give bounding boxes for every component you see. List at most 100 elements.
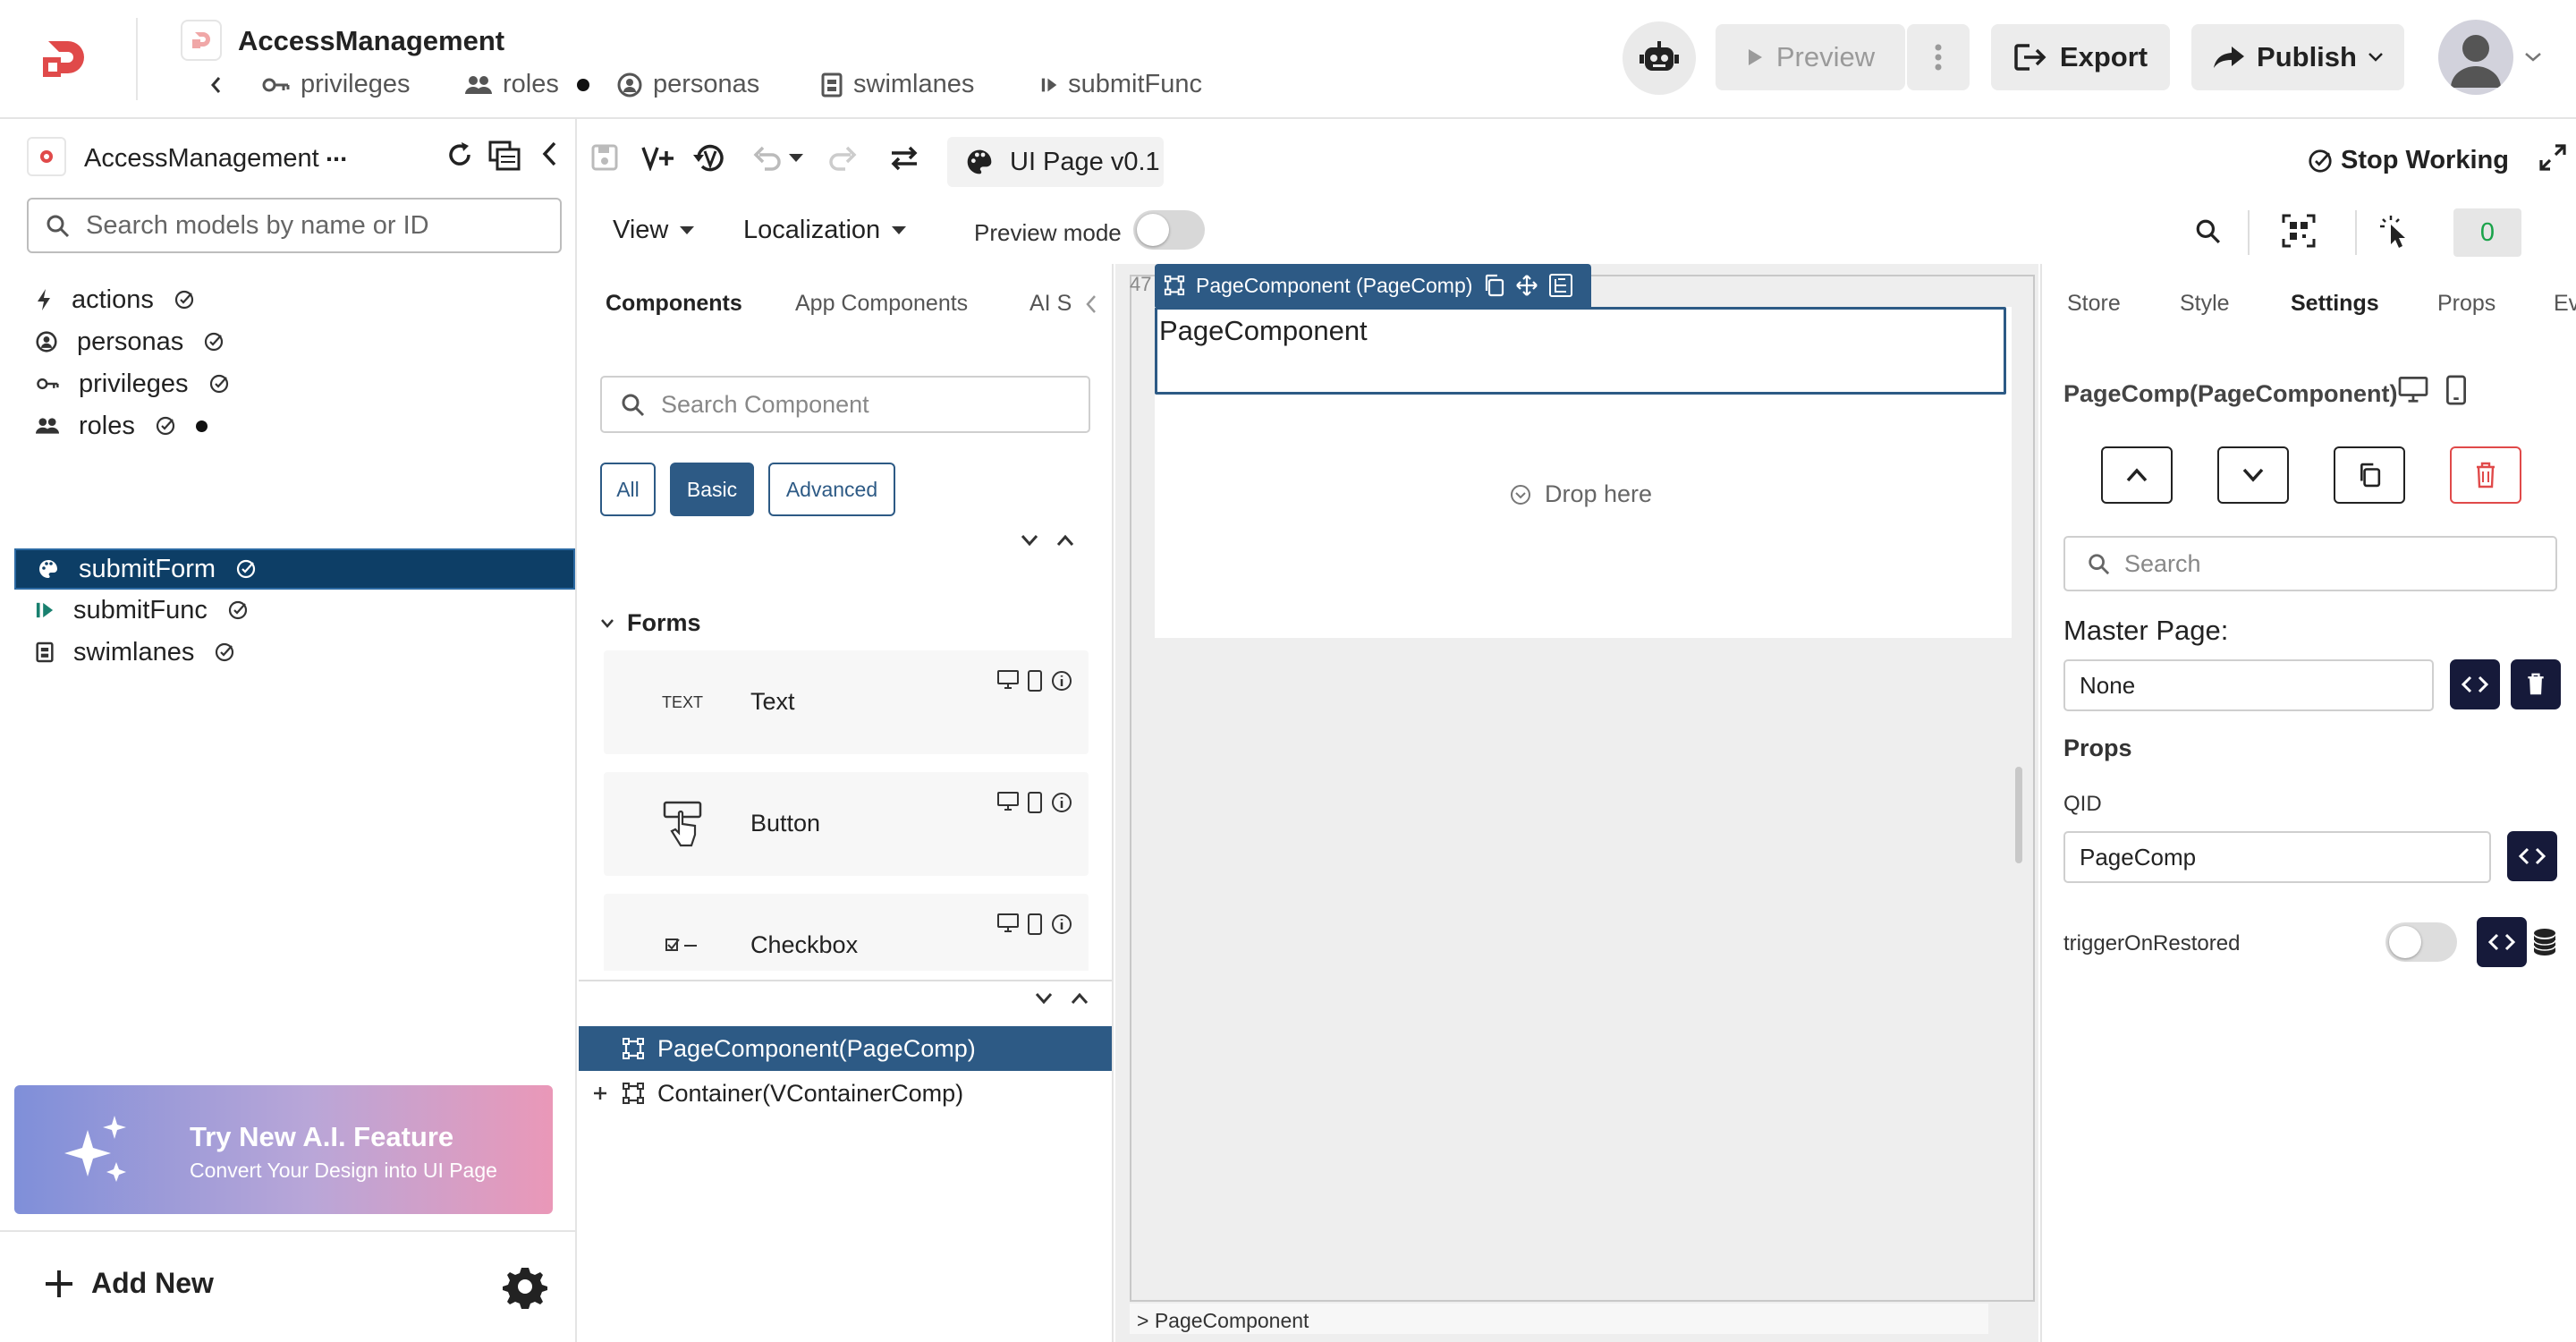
undo-menu-chevron-down-icon[interactable] <box>788 153 804 164</box>
trigger-code-button[interactable] <box>2477 917 2527 967</box>
nav-tab-roles[interactable]: roles <box>465 70 589 99</box>
tab-style[interactable]: Style <box>2180 291 2230 317</box>
fullscreen-icon[interactable] <box>2538 142 2568 173</box>
move-up-button[interactable] <box>2101 446 2173 504</box>
canvas-resize-handle[interactable] <box>2015 767 2022 863</box>
tree-row-container[interactable]: Container(VContainerComp) <box>579 1071 1112 1116</box>
robot-icon <box>1640 41 1679 71</box>
qid-input[interactable]: PageComp <box>2063 831 2491 883</box>
tab-ai-s[interactable]: AI S <box>1030 291 1072 317</box>
preview-button[interactable]: Preview <box>1716 24 1905 90</box>
expand-all-chevron-down-icon[interactable] <box>1021 534 1038 547</box>
tree-expand-chevron-down-icon[interactable] <box>1035 992 1053 1005</box>
play-icon <box>36 602 54 618</box>
project-more-button[interactable]: ... <box>326 139 347 168</box>
component-card-checkbox[interactable]: Checkbox <box>604 894 1089 971</box>
chevron-left-icon[interactable] <box>208 75 225 95</box>
duplicate-button[interactable] <box>2334 446 2405 504</box>
component-card-button[interactable]: Button <box>604 772 1089 876</box>
click-pointer-icon[interactable] <box>2378 214 2411 250</box>
preview-mode-toggle[interactable] <box>1133 210 1205 250</box>
tab-events[interactable]: Ev <box>2554 291 2576 317</box>
filter-basic-button[interactable]: Basic <box>670 463 754 516</box>
refresh-icon[interactable] <box>445 140 474 169</box>
tab-components[interactable]: Components <box>606 291 742 317</box>
view-menu[interactable]: View <box>613 216 695 245</box>
component-search-input[interactable]: Search Component <box>600 376 1090 433</box>
sidebar-item-submitform[interactable]: submitForm <box>14 548 575 590</box>
nav-tab-personas[interactable]: personas <box>617 70 759 99</box>
sidebar-item-roles[interactable]: roles <box>14 406 575 446</box>
sidebar-item-personas[interactable]: personas <box>14 322 575 361</box>
move-down-button[interactable] <box>2217 446 2289 504</box>
trigger-on-restored-toggle[interactable] <box>2385 922 2457 962</box>
master-page-select[interactable]: None <box>2063 659 2434 711</box>
preview-mode-label: Preview mode <box>974 219 1122 246</box>
save-icon[interactable] <box>591 144 618 171</box>
page-component-selection[interactable]: PageComponent <box>1155 307 2006 395</box>
selected-component-header[interactable]: PageComponent (PageComp) <box>1155 264 1591 307</box>
tree-collapse-chevron-up-icon[interactable] <box>1071 992 1089 1005</box>
collapse-all-chevron-up-icon[interactable] <box>1056 534 1074 547</box>
property-search-input[interactable]: Search <box>2063 536 2557 591</box>
edit-check-icon <box>236 559 256 579</box>
localization-menu[interactable]: Localization <box>743 216 907 245</box>
nav-tab-submitfunc[interactable]: submitFunc <box>1041 70 1202 99</box>
sidebar-item-submitfunc[interactable]: submitFunc <box>14 590 575 630</box>
component-title: PageComp(PageComponent) <box>2063 380 2398 407</box>
delete-button[interactable] <box>2450 446 2521 504</box>
nav-tab-privileges[interactable]: privileges <box>261 70 411 99</box>
collapse-sidebar-icon[interactable] <box>540 140 558 167</box>
drop-zone[interactable]: Drop here <box>1509 480 1652 508</box>
copy-windows-icon[interactable] <box>488 140 521 171</box>
version-history-icon[interactable] <box>691 140 727 176</box>
undo-icon[interactable] <box>752 144 783 171</box>
forms-group-header[interactable]: Forms <box>600 609 701 637</box>
settings-gear-icon[interactable] <box>503 1264 547 1309</box>
tabs-scroll-left-icon[interactable] <box>1085 294 1097 314</box>
tab-props[interactable]: Props <box>2437 291 2496 317</box>
error-counter-badge[interactable]: 0 <box>2453 208 2521 257</box>
ai-feature-banner[interactable]: Try New A.I. Feature Convert Your Design… <box>14 1085 553 1214</box>
tab-settings[interactable]: Settings <box>2291 291 2379 317</box>
chevron-down-icon <box>2242 468 2264 482</box>
master-page-clear-button[interactable] <box>2511 659 2561 709</box>
export-button[interactable]: Export <box>1991 24 2170 90</box>
component-card-text[interactable]: TEXT Text <box>604 650 1089 754</box>
database-icon[interactable] <box>2532 928 2557 956</box>
page-version-tab[interactable]: UI Page v0.1 <box>947 137 1164 187</box>
design-canvas[interactable]: 47 PageComponent (PageComp) PageComponen… <box>1115 264 2038 1342</box>
sidebar-item-privileges[interactable]: privileges <box>14 364 575 403</box>
tab-store[interactable]: Store <box>2067 291 2121 317</box>
tab-app-components[interactable]: App Components <box>795 291 968 317</box>
divider <box>136 18 138 100</box>
breadcrumb[interactable]: > PageComponent <box>1130 1304 1988 1334</box>
more-vertical-icon <box>1935 44 1942 71</box>
avatar-chevron-down-icon[interactable] <box>2524 52 2542 63</box>
swap-icon[interactable] <box>888 144 920 173</box>
sidebar-item-swimlanes[interactable]: swimlanes <box>14 633 575 672</box>
search-icon[interactable] <box>2194 217 2221 244</box>
stop-working-button[interactable]: Stop Working <box>2307 146 2509 175</box>
publish-button[interactable]: Publish <box>2191 24 2404 90</box>
search-icon <box>622 394 645 417</box>
ai-assistant-button[interactable] <box>1623 21 1696 95</box>
qid-code-button[interactable] <box>2507 831 2557 881</box>
model-search-input[interactable]: Search models by name or ID <box>27 198 562 253</box>
filter-all-button[interactable]: All <box>600 463 656 516</box>
add-new-button[interactable]: Add New <box>43 1267 214 1300</box>
qr-scan-icon[interactable] <box>2282 214 2316 248</box>
filter-advanced-button[interactable]: Advanced <box>768 463 895 516</box>
redo-icon[interactable] <box>827 144 858 171</box>
nav-tab-swimlanes[interactable]: swimlanes <box>821 70 974 99</box>
mobile-icon[interactable] <box>2446 375 2466 405</box>
app-logo[interactable] <box>39 36 89 82</box>
add-version-icon[interactable] <box>641 144 675 171</box>
preview-more-button[interactable] <box>1907 24 1970 90</box>
avatar[interactable] <box>2438 20 2513 95</box>
plus-icon <box>594 1087 606 1100</box>
sidebar-item-actions[interactable]: actions <box>14 280 575 319</box>
tree-row-pagecomponent[interactable]: PageComponent(PageComp) <box>579 1026 1112 1071</box>
desktop-icon[interactable] <box>2398 377 2428 403</box>
master-page-code-button[interactable] <box>2450 659 2500 709</box>
